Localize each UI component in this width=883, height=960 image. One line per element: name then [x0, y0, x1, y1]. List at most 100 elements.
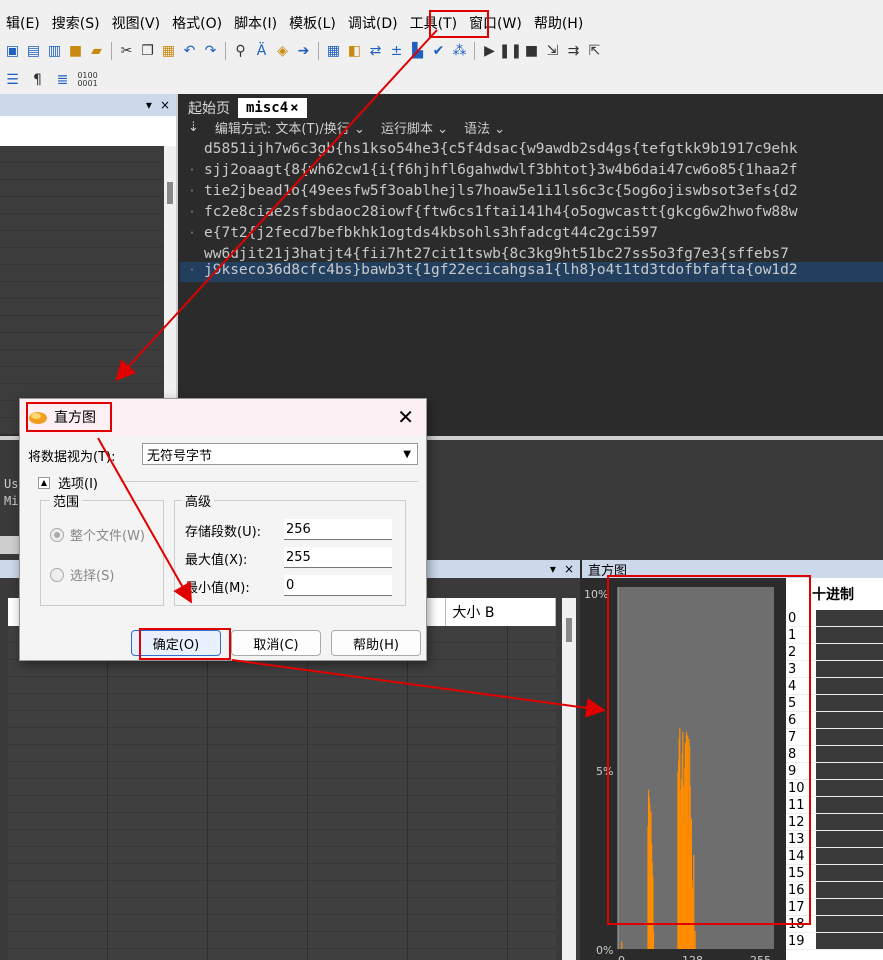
radio-whole-file[interactable]: 整个文件(W)	[50, 525, 145, 544]
pilcrow-icon[interactable]: ¶	[29, 72, 46, 89]
list-item[interactable]: 7	[786, 729, 883, 746]
menu-search[interactable]: 搜索(S)	[46, 13, 106, 33]
list-item[interactable]: 18	[786, 916, 883, 933]
open-folder-icon[interactable]: ■	[67, 43, 84, 60]
cancel-button[interactable]: 取消(C)	[231, 630, 321, 656]
radio-selection[interactable]: 选择(S)	[50, 565, 114, 584]
edit-as-dropdown[interactable]: 编辑方式: 文本(T)/换行 ⌄	[215, 118, 365, 137]
menu-debug[interactable]: 调试(D)	[342, 13, 404, 33]
close-icon[interactable]: ×	[564, 562, 574, 576]
columns-icon[interactable]: ≣	[54, 72, 71, 89]
save-all-icon[interactable]: ▥	[46, 43, 63, 60]
checksum-icon[interactable]: ±	[388, 43, 405, 60]
copy-icon[interactable]: ❐	[139, 43, 156, 60]
menu-template[interactable]: 模板(L)	[283, 13, 342, 33]
tab-home[interactable]: 起始页	[180, 98, 238, 118]
list-item[interactable]: 0	[786, 610, 883, 627]
pause-icon[interactable]: ❚❚	[499, 43, 522, 60]
list-item[interactable]: 16	[786, 882, 883, 899]
list-item[interactable]: 12	[786, 814, 883, 831]
help-button[interactable]: 帮助(H)	[331, 630, 421, 656]
text-editor[interactable]: d5851ijh7w6c3gb{hs1kso54he3{c5f4dsac{w9a…	[180, 136, 883, 436]
menu-edit[interactable]: 辑(E)	[0, 13, 46, 33]
list-item[interactable]: 6	[786, 712, 883, 729]
find-in-files-icon[interactable]: ◈	[274, 43, 291, 60]
ok-button[interactable]: 确定(O)	[131, 630, 221, 656]
syntax-label: 语法	[464, 121, 491, 137]
close-icon[interactable]: ×	[160, 98, 170, 112]
calculator-icon[interactable]: ▦	[325, 43, 342, 60]
list-item[interactable]: 10	[786, 780, 883, 797]
step-over-icon[interactable]: ⇉	[565, 43, 582, 60]
cut-icon[interactable]: ✂	[118, 43, 135, 60]
menu-help[interactable]: 帮助(H)	[528, 13, 589, 33]
min-field[interactable]: 0	[284, 575, 392, 596]
goto-icon[interactable]: ➔	[295, 43, 312, 60]
list-item[interactable]: 2	[786, 644, 883, 661]
save-icon[interactable]: ▣	[4, 43, 21, 60]
close-icon[interactable]: ✕	[397, 405, 414, 429]
syntax-dropdown[interactable]: 语法 ⌄	[464, 118, 505, 137]
view-as-select[interactable]: 无符号字节 ▼	[142, 443, 418, 465]
replace-icon[interactable]: Ä	[253, 43, 270, 60]
run-icon[interactable]: ▶	[481, 43, 498, 60]
scrollbar-thumb[interactable]	[167, 182, 173, 204]
list-item[interactable]: 11	[786, 797, 883, 814]
results-scrollbar[interactable]	[562, 598, 576, 960]
editor-line[interactable]: · tie2jbead1o{49eesfw5f3oablhejls7hoaw5e1…	[180, 183, 883, 203]
list-item[interactable]: 9	[786, 763, 883, 780]
step-into-icon[interactable]: ⇲	[544, 43, 561, 60]
base-converter-icon[interactable]: ◧	[346, 43, 363, 60]
column-header-size[interactable]: 大小 B	[446, 598, 556, 626]
redo-icon[interactable]: ↷	[202, 43, 219, 60]
compare-icon[interactable]: ⇄	[367, 43, 384, 60]
text-view-icon[interactable]: ☰	[4, 72, 21, 89]
options-toggle[interactable]: ▲ 选项(I)	[38, 473, 98, 492]
list-item[interactable]: 8	[786, 746, 883, 763]
open-recent-icon[interactable]: ▰	[88, 43, 105, 60]
list-item[interactable]: 15	[786, 865, 883, 882]
max-field[interactable]: 255	[284, 547, 392, 568]
list-item[interactable]: 13	[786, 831, 883, 848]
editor-line[interactable]: d5851ijh7w6c3gb{hs1kso54he3{c5f4dsac{w9a…	[180, 141, 883, 161]
hash-icon[interactable]: ⁂	[451, 43, 468, 60]
menu-script[interactable]: 脚本(I)	[228, 13, 283, 33]
row-fill	[816, 831, 883, 847]
run-script-dropdown[interactable]: 运行脚本 ⌄	[381, 118, 448, 137]
editor-line[interactable]: · e{7t2{j2fecd7befbkhk1ogtds4kbsohls3hfad…	[180, 225, 883, 245]
list-item[interactable]: 3	[786, 661, 883, 678]
editor-line[interactable]: · sjj2oaagt{8{wh62cw1{i{f6hjhfl6gahwdwlf3…	[180, 162, 883, 182]
menu-tools[interactable]: 工具(T)	[404, 13, 463, 33]
scrollbar-thumb[interactable]	[566, 618, 572, 642]
binary-view-icon[interactable]: 0100 0001	[77, 72, 97, 89]
menu-window[interactable]: 窗口(W)	[463, 13, 528, 33]
list-item[interactable]: 17	[786, 899, 883, 916]
menu-format[interactable]: 格式(O)	[166, 13, 228, 33]
list-header-decimal[interactable]: 十进制	[786, 578, 883, 610]
stop-icon[interactable]: ■	[523, 43, 540, 60]
list-item[interactable]: 19	[786, 933, 883, 950]
find-icon[interactable]: ⚲	[232, 43, 249, 60]
min-label: 最小值(M):	[185, 581, 250, 596]
step-out-icon[interactable]: ⇱	[586, 43, 603, 60]
splitter[interactable]	[0, 536, 20, 554]
paste-icon[interactable]: ▦	[160, 43, 177, 60]
list-item[interactable]: 14	[786, 848, 883, 865]
editor-line[interactable]: · fc2e8ciae2sfsbdaoc28iowf{ftw6cs1ftai141…	[180, 204, 883, 224]
save-as-icon[interactable]: ▤	[25, 43, 42, 60]
dropdown-arrow-icon[interactable]: ▾	[550, 562, 556, 576]
histogram-icon[interactable]: ▙	[409, 43, 426, 60]
bins-field[interactable]: 256	[284, 519, 392, 540]
list-item[interactable]: 1	[786, 627, 883, 644]
menu-view[interactable]: 视图(V)	[106, 13, 167, 33]
dropdown-arrow-icon[interactable]: ▾	[146, 98, 152, 112]
list-item[interactable]: 4	[786, 678, 883, 695]
left-panel-scrollbar[interactable]	[164, 146, 176, 434]
tab-misc4[interactable]: misc4 ×	[238, 98, 307, 118]
editor-line-selected[interactable]: · j9kseco36d8cfc4bs}bawb3t{1gf22ecicahgsa…	[180, 262, 883, 282]
undo-icon[interactable]: ↶	[181, 43, 198, 60]
list-item[interactable]: 5	[786, 695, 883, 712]
tab-close-icon[interactable]: ×	[290, 100, 298, 116]
math-operations-icon[interactable]: ✔	[430, 43, 447, 60]
pin-icon[interactable]: ⇣	[188, 120, 199, 135]
